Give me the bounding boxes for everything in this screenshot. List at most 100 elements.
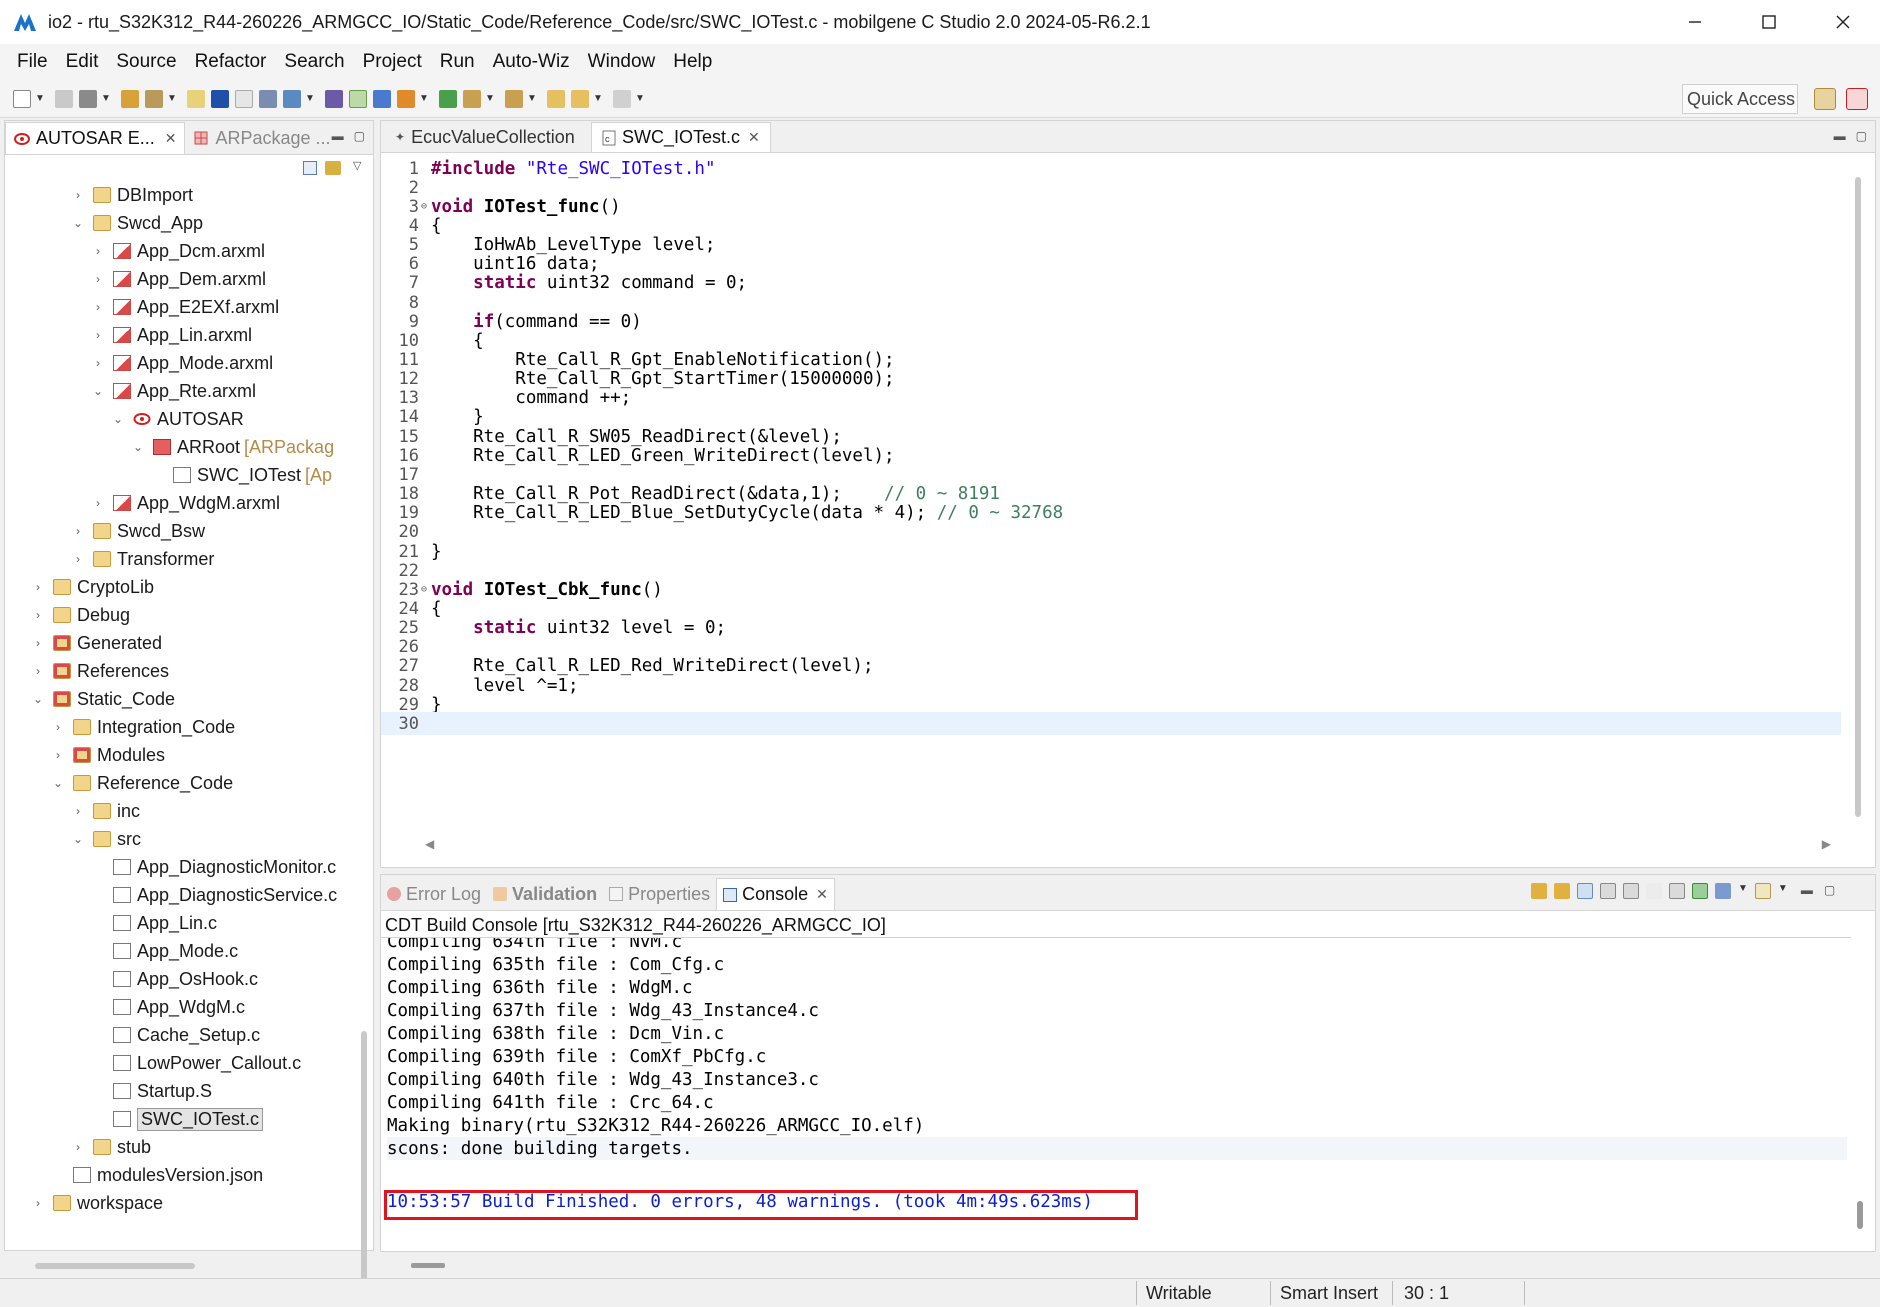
- minimize-view-icon[interactable]: ▬: [332, 129, 344, 143]
- download-icon[interactable]: [283, 89, 301, 108]
- warning-dropdown-icon[interactable]: ▼: [418, 90, 430, 108]
- tree-item[interactable]: App_DiagnosticMonitor.c: [89, 853, 336, 881]
- wand-icon[interactable]: [145, 89, 163, 108]
- collapsed-chevron-icon[interactable]: ›: [89, 244, 107, 258]
- tree-item[interactable]: › Debug: [29, 601, 130, 629]
- menu-auto-wiz[interactable]: Auto-Wiz: [484, 51, 579, 73]
- tree-vertical-scrollbar[interactable]: [361, 1031, 367, 1307]
- new-dropdown-icon[interactable]: ▼: [34, 90, 46, 108]
- scroll-down-icon[interactable]: [1531, 883, 1547, 899]
- build-hammer-icon[interactable]: [79, 89, 97, 108]
- collapse-all-icon[interactable]: [303, 161, 317, 175]
- tree-item[interactable]: › App_E2EXf.arxml: [89, 293, 279, 321]
- tree-item[interactable]: ⌄ Static_Code: [29, 685, 175, 713]
- close-tab-icon[interactable]: ✕: [816, 886, 828, 903]
- menu-project[interactable]: Project: [354, 51, 431, 73]
- tree-item[interactable]: ⌄ Reference_Code: [49, 769, 233, 797]
- collapsed-chevron-icon[interactable]: ›: [49, 720, 67, 734]
- collapsed-chevron-icon[interactable]: ›: [69, 804, 87, 818]
- tree-item[interactable]: › App_Dem.arxml: [89, 265, 266, 293]
- menu-window[interactable]: Window: [579, 51, 665, 73]
- book-icon[interactable]: [325, 89, 343, 108]
- code-line[interactable]: 30: [381, 712, 1841, 736]
- tree-item[interactable]: App_Mode.c: [89, 937, 238, 965]
- forward-dropdown-icon[interactable]: ▼: [634, 90, 646, 108]
- tree-item[interactable]: › App_Mode.arxml: [89, 349, 273, 377]
- save-icon[interactable]: [55, 89, 73, 108]
- tree-item[interactable]: LowPower_Callout.c: [89, 1049, 301, 1077]
- menu-source[interactable]: Source: [107, 51, 185, 73]
- close-button[interactable]: [1806, 0, 1880, 44]
- new-console-icon[interactable]: [1754, 883, 1771, 899]
- tab-ecuc-value-collection[interactable]: ✦ EcucValueCollection: [385, 122, 591, 152]
- expanded-chevron-icon[interactable]: ⌄: [29, 692, 47, 706]
- menu-search[interactable]: Search: [275, 51, 353, 73]
- tab-error-log[interactable]: Error Log: [381, 878, 487, 910]
- wand-dropdown-icon[interactable]: ▼: [166, 90, 178, 108]
- tree-item[interactable]: › CryptoLib: [29, 573, 154, 601]
- fold-toggle-icon[interactable]: ⊖: [421, 584, 431, 595]
- close-tab-icon[interactable]: ✕: [165, 130, 177, 147]
- collapsed-chevron-icon[interactable]: ›: [89, 272, 107, 286]
- sparkle-icon[interactable]: [235, 89, 253, 108]
- tree-item[interactable]: Cache_Setup.c: [89, 1021, 260, 1049]
- tree-item[interactable]: App_OsHook.c: [89, 965, 258, 993]
- tree-item[interactable]: ⌄ Swcd_App: [69, 209, 203, 237]
- tree-item[interactable]: › App_Dcm.arxml: [89, 237, 265, 265]
- collapsed-chevron-icon[interactable]: ›: [69, 552, 87, 566]
- menu-edit[interactable]: Edit: [57, 51, 108, 73]
- tree-item[interactable]: ⌄ src: [69, 825, 141, 853]
- tab-swc-iotest-c[interactable]: c SWC_IOTest.c ✕: [591, 122, 771, 152]
- scroll-left-icon[interactable]: ◀: [425, 837, 434, 851]
- tree-item[interactable]: › App_Lin.arxml: [89, 321, 252, 349]
- collapsed-chevron-icon[interactable]: ›: [29, 580, 47, 594]
- tree-item[interactable]: › inc: [69, 797, 140, 825]
- collapsed-chevron-icon[interactable]: ›: [69, 188, 87, 202]
- pin-console-icon[interactable]: [1600, 883, 1616, 899]
- open-perspective-icon[interactable]: [1814, 88, 1836, 110]
- scroll-up-icon[interactable]: [1554, 883, 1570, 899]
- tree-item[interactable]: › Swcd_Bsw: [69, 517, 205, 545]
- tree-item[interactable]: SWC_IOTest [Ap: [149, 461, 332, 489]
- collapsed-chevron-icon[interactable]: ›: [89, 356, 107, 370]
- scroll-right-icon[interactable]: ▶: [1822, 837, 1831, 851]
- view-menu-icon[interactable]: ▽: [353, 159, 361, 172]
- collapsed-chevron-icon[interactable]: ›: [29, 608, 47, 622]
- tree-item[interactable]: › Generated: [29, 629, 162, 657]
- expanded-chevron-icon[interactable]: ⌄: [109, 412, 127, 426]
- tree-item[interactable]: › Integration_Code: [49, 713, 235, 741]
- tree-item[interactable]: ⌄ ARRoot [ARPackag: [129, 433, 334, 461]
- tools-icon[interactable]: [373, 89, 391, 108]
- editor-vertical-scrollbar[interactable]: [1855, 177, 1861, 817]
- last-edit-icon[interactable]: [547, 89, 565, 108]
- maximize-editor-icon[interactable]: ▢: [1856, 129, 1867, 143]
- expanded-chevron-icon[interactable]: ⌄: [49, 776, 67, 790]
- tree-item[interactable]: › workspace: [29, 1189, 163, 1217]
- tab-arpackage[interactable]: ARPackage ...: [185, 122, 338, 154]
- tree-item[interactable]: App_DiagnosticService.c: [89, 881, 337, 909]
- new-icon[interactable]: [13, 89, 31, 108]
- maximize-view-icon[interactable]: ▢: [354, 129, 365, 143]
- tab-console[interactable]: Console ✕: [716, 878, 835, 910]
- menu-refactor[interactable]: Refactor: [186, 51, 276, 73]
- quick-access-field[interactable]: Quick Access: [1682, 84, 1798, 114]
- prev-annotation-dropdown-icon[interactable]: ▼: [526, 90, 538, 108]
- debug-icon[interactable]: [259, 89, 277, 108]
- tree-item[interactable]: RteGen.ini: [29, 1217, 162, 1222]
- next-annotation-dropdown-icon[interactable]: ▼: [484, 90, 496, 108]
- open-console-icon[interactable]: [1715, 883, 1731, 899]
- fold-toggle-icon[interactable]: ⊖: [421, 201, 431, 212]
- next-annotation-icon[interactable]: [463, 89, 481, 108]
- autosar-perspective-icon[interactable]: [1846, 88, 1868, 110]
- minimize-button[interactable]: [1658, 0, 1732, 44]
- tree-item[interactable]: modulesVersion.json: [49, 1161, 263, 1189]
- menu-run[interactable]: Run: [431, 51, 484, 73]
- tab-validation[interactable]: Validation: [487, 878, 603, 910]
- minimize-editor-icon[interactable]: ▬: [1834, 129, 1846, 143]
- clear-console-icon[interactable]: [1646, 883, 1662, 899]
- panel-icon[interactable]: [349, 89, 367, 108]
- menu-file[interactable]: File: [8, 51, 57, 73]
- collapsed-chevron-icon[interactable]: ›: [29, 664, 47, 678]
- console-output[interactable]: 10:53:57 Build Finished. 0 errors, 48 wa…: [381, 937, 1851, 1227]
- download-dropdown-icon[interactable]: ▼: [304, 90, 316, 108]
